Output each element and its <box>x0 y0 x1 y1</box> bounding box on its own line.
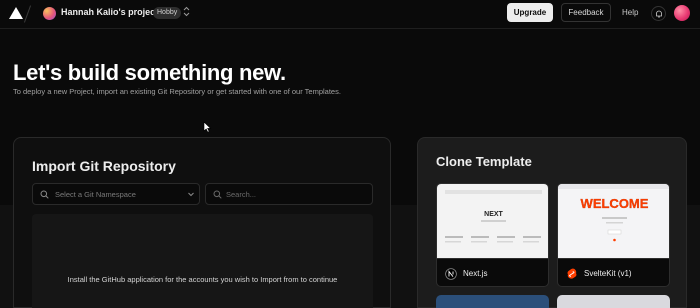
nextjs-thumb-text: NEXT <box>484 211 503 218</box>
search-input[interactable] <box>226 187 366 202</box>
upgrade-button[interactable]: Upgrade <box>507 3 553 22</box>
install-github-message: Install the GitHub application for the a… <box>67 275 338 284</box>
search-icon <box>213 190 222 199</box>
template-label-row: SvelteKit (v1) <box>558 258 669 286</box>
vercel-logo-icon[interactable] <box>9 7 23 19</box>
top-navigation: Hannah Kalio's projects Hobby Upgrade Fe… <box>0 0 700 28</box>
chevron-down-icon <box>188 192 194 197</box>
bell-icon[interactable] <box>651 6 666 21</box>
mouse-cursor-icon <box>203 121 212 133</box>
nextjs-template-thumbnail: NEXT <box>437 184 548 258</box>
search-icon <box>40 190 49 199</box>
page-title: Let's build something new. <box>13 60 286 85</box>
team-name[interactable]: Hannah Kalio's projects <box>61 7 163 17</box>
team-avatar[interactable] <box>43 7 56 20</box>
template-card-sveltekit[interactable]: WELCOME SvelteKit (v1) <box>557 183 670 287</box>
template-card-peek[interactable] <box>557 295 670 308</box>
clone-panel-title: Clone Template <box>436 154 532 169</box>
switch-chevrons-icon[interactable] <box>183 6 190 21</box>
install-github-app-box: Install the GitHub application for the a… <box>32 214 373 308</box>
svelte-icon <box>567 268 577 279</box>
help-link[interactable]: Help <box>622 8 638 17</box>
git-namespace-select[interactable]: Select a Git Namespace <box>32 183 200 205</box>
template-label-row: Next.js <box>437 258 548 286</box>
sveltekit-template-thumbnail: WELCOME <box>558 184 669 258</box>
topbar-divider <box>0 28 700 29</box>
user-avatar[interactable] <box>674 5 690 21</box>
sveltekit-thumb-text: WELCOME <box>581 196 649 211</box>
template-name: Next.js <box>463 269 488 278</box>
template-name: SvelteKit (v1) <box>584 269 632 278</box>
template-card-nextjs[interactable]: NEXT Next.js <box>436 183 549 287</box>
repository-search[interactable] <box>205 183 373 205</box>
plan-badge: Hobby <box>153 7 182 19</box>
feedback-button[interactable]: Feedback <box>561 3 611 22</box>
namespace-placeholder: Select a Git Namespace <box>55 190 136 199</box>
clone-template-panel: Clone Template NEXT Next.js WELCOME Svel… <box>417 137 687 308</box>
page-subtitle: To deploy a new Project, import an exist… <box>13 87 341 96</box>
nextjs-icon <box>445 268 457 280</box>
import-panel-title: Import Git Repository <box>32 158 176 174</box>
import-git-repository-panel: Import Git Repository Select a Git Names… <box>13 137 391 308</box>
breadcrumb-divider <box>23 5 32 23</box>
template-card-peek[interactable] <box>436 295 549 308</box>
